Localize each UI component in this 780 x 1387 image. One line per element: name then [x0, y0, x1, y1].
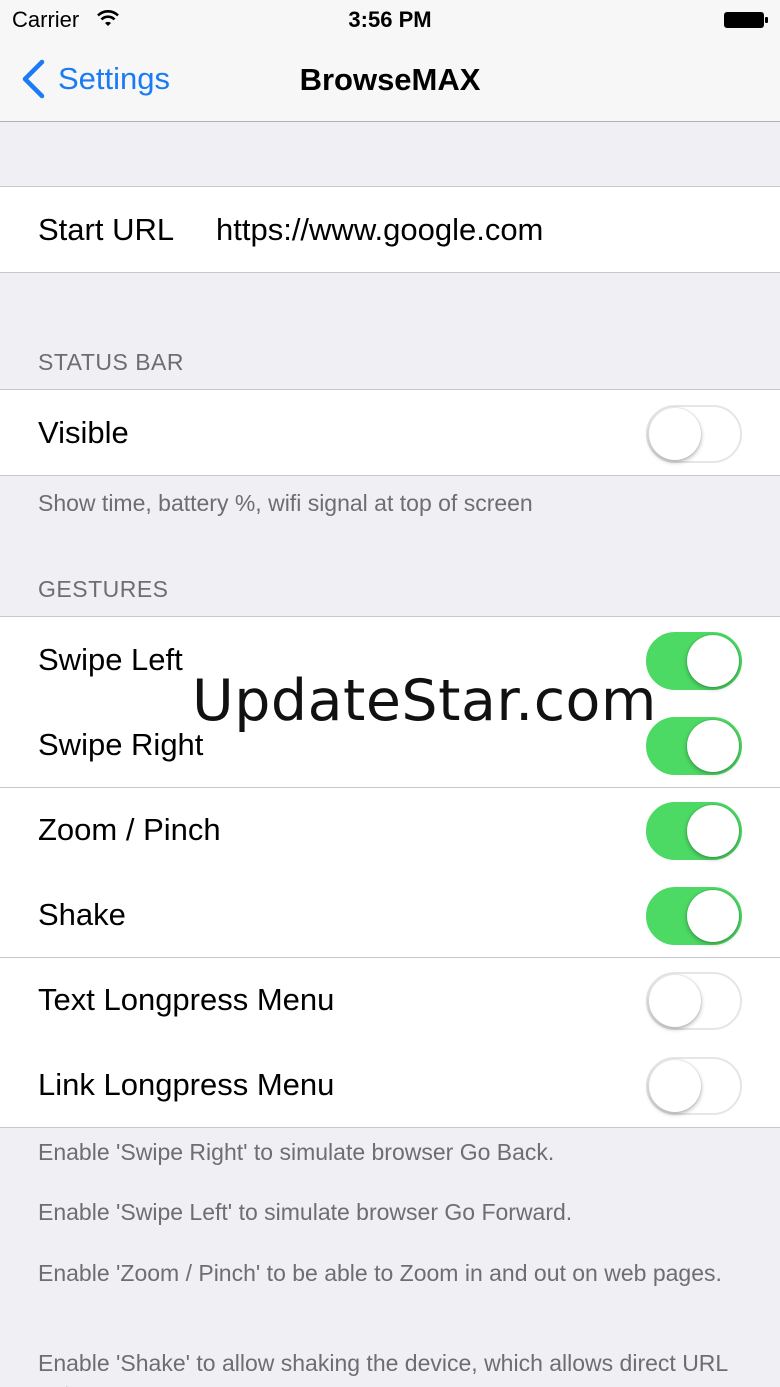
- shake-toggle[interactable]: [646, 887, 742, 945]
- zoom-pinch-toggle[interactable]: [646, 802, 742, 860]
- swipe-left-toggle[interactable]: [646, 632, 742, 690]
- visible-toggle[interactable]: [646, 405, 742, 463]
- start-url-group: Start URL https://www.google.com: [0, 186, 780, 273]
- zoom-pinch-row[interactable]: Zoom / Pinch: [0, 787, 780, 872]
- start-url-field[interactable]: https://www.google.com: [216, 187, 543, 272]
- text-longpress-label: Text Longpress Menu: [38, 982, 335, 1017]
- section-header-status-bar: STATUS BAR: [38, 349, 184, 375]
- toggle-knob: [687, 720, 739, 772]
- link-longpress-row[interactable]: Link Longpress Menu: [0, 1042, 780, 1127]
- swipe-right-label: Swipe Right: [38, 727, 204, 762]
- section-header-gestures: GESTURES: [38, 576, 169, 602]
- text-longpress-row[interactable]: Text Longpress Menu: [0, 957, 780, 1042]
- link-longpress-toggle[interactable]: [646, 1057, 742, 1115]
- gestures-footer-swipe-left: Enable 'Swipe Left' to simulate browser …: [38, 1199, 573, 1225]
- gestures-footer-zoom: Enable 'Zoom / Pinch' to be able to Zoom…: [38, 1260, 722, 1286]
- toggle-knob: [649, 1060, 701, 1112]
- text-longpress-toggle[interactable]: [646, 972, 742, 1030]
- gestures-footer-shake: Enable 'Shake' to allow shaking the devi…: [38, 1350, 728, 1387]
- toggle-knob: [687, 890, 739, 942]
- start-url-label: Start URL: [38, 212, 175, 247]
- toggle-knob: [649, 975, 701, 1027]
- link-longpress-label: Link Longpress Menu: [38, 1067, 335, 1102]
- clock: 3:56 PM: [348, 7, 432, 32]
- status-bar-group: Visible: [0, 389, 780, 476]
- shake-label: Shake: [38, 897, 126, 932]
- visible-row[interactable]: Visible: [0, 390, 780, 475]
- swipe-right-row[interactable]: Swipe Right: [0, 702, 780, 787]
- swipe-left-row[interactable]: Swipe Left: [0, 617, 780, 702]
- status-bar-footer: Show time, battery %, wifi signal at top…: [38, 490, 533, 516]
- swipe-left-label: Swipe Left: [38, 642, 183, 677]
- gestures-footer-swipe-right: Enable 'Swipe Right' to simulate browser…: [38, 1139, 555, 1165]
- visible-label: Visible: [38, 415, 129, 450]
- toggle-knob: [687, 805, 739, 857]
- page-title: BrowseMAX: [299, 62, 481, 97]
- toggle-knob: [687, 635, 739, 687]
- toggle-knob: [649, 408, 701, 460]
- start-url-row[interactable]: Start URL https://www.google.com: [0, 187, 780, 272]
- battery-icon: [724, 12, 768, 28]
- shake-row[interactable]: Shake: [0, 872, 780, 957]
- gestures-group: Swipe Left Swipe Right Zoom / Pinch Shak…: [0, 616, 780, 1128]
- status-bar: Carrier 3:56 PM: [0, 0, 780, 40]
- navigation-bar: Settings BrowseMAX: [0, 40, 780, 122]
- swipe-right-toggle[interactable]: [646, 717, 742, 775]
- zoom-pinch-label: Zoom / Pinch: [38, 812, 221, 847]
